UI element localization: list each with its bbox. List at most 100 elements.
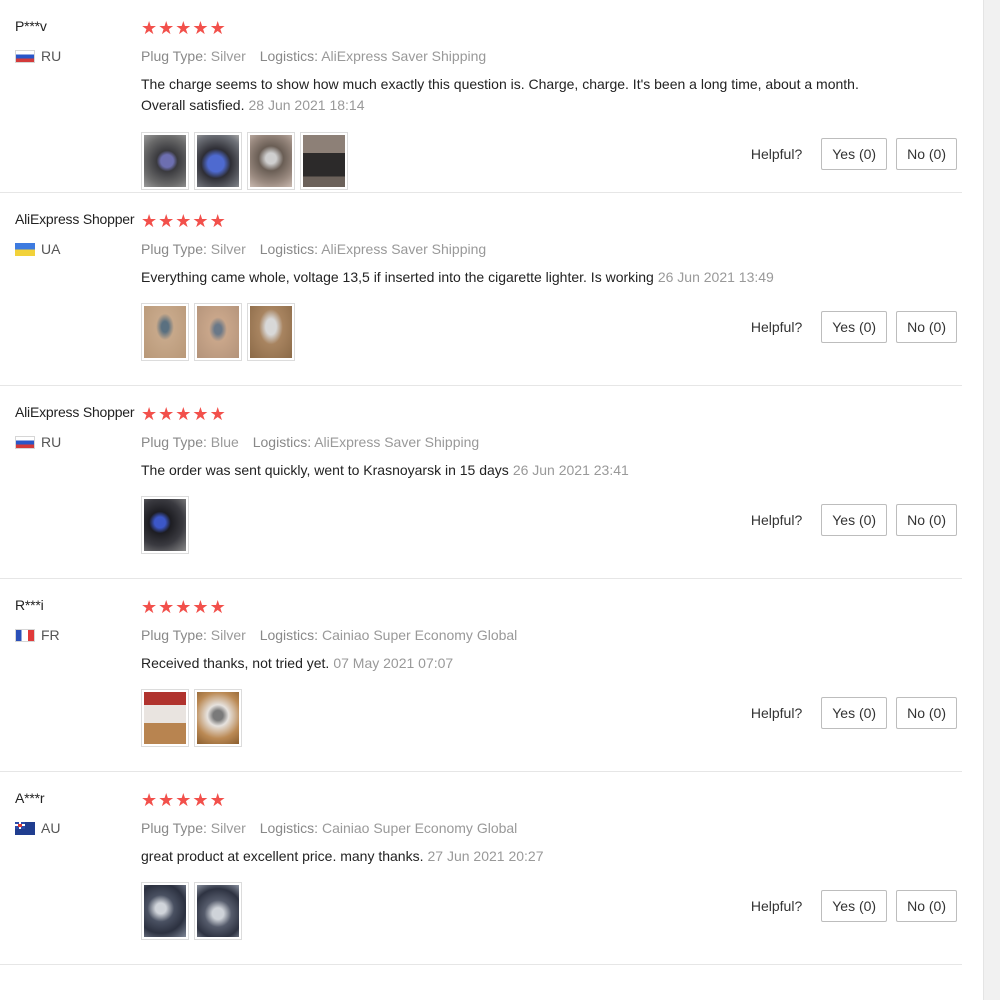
review-date: 27 Jun 2021 20:27 bbox=[427, 848, 544, 864]
review-photos bbox=[141, 882, 242, 940]
review-text-block: great product at excellent price. many t… bbox=[141, 846, 861, 867]
review-content: ★ ★ ★ ★ ★ Plug Type: Silver Logistics: Caini… bbox=[141, 790, 961, 867]
review-photo[interactable] bbox=[141, 689, 189, 747]
plug-type-value: Blue bbox=[210, 434, 239, 450]
review-text-block: Received thanks, not tried yet. 07 May 20… bbox=[141, 653, 861, 674]
ukraine-flag-icon bbox=[15, 242, 35, 256]
star-icon: ★ bbox=[192, 790, 209, 810]
logistics-label: Logistics: bbox=[259, 820, 319, 836]
country-code: AU bbox=[41, 820, 61, 836]
helpful-no-button[interactable]: No (0) bbox=[896, 890, 957, 922]
helpful-label: Helpful? bbox=[750, 146, 803, 162]
review-photo[interactable] bbox=[300, 132, 348, 190]
star-icon: ★ bbox=[209, 597, 226, 617]
review-photo[interactable] bbox=[141, 132, 189, 190]
star-icon: ★ bbox=[141, 597, 158, 617]
review-text: great product at excellent price. many t… bbox=[141, 848, 424, 864]
reviewer-country: RU bbox=[15, 48, 140, 64]
review-text-block: Everything came whole, voltage 13,5 if i… bbox=[141, 267, 861, 288]
review-photos bbox=[141, 689, 242, 747]
star-icon: ★ bbox=[158, 790, 175, 810]
star-icon: ★ bbox=[141, 18, 158, 38]
review-meta: Plug Type: Silver Logistics: AliExpress … bbox=[141, 48, 961, 64]
helpful-label: Helpful? bbox=[750, 705, 803, 721]
reviewer-info: AliExpress Shopper UA bbox=[15, 211, 140, 257]
helpful-label: Helpful? bbox=[750, 898, 803, 914]
star-icon: ★ bbox=[192, 211, 209, 231]
star-icon: ★ bbox=[158, 211, 175, 231]
reviewer-name: P***v bbox=[15, 18, 47, 34]
star-icon: ★ bbox=[209, 404, 226, 424]
logistics-value: Cainiao Super Economy Global bbox=[321, 820, 518, 836]
plug-type-value: Silver bbox=[210, 820, 246, 836]
country-code: FR bbox=[41, 627, 60, 643]
star-icon: ★ bbox=[158, 404, 175, 424]
review-photo[interactable] bbox=[247, 303, 295, 361]
review-date: 28 Jun 2021 18:14 bbox=[248, 97, 365, 113]
star-icon: ★ bbox=[192, 597, 209, 617]
helpful-vote: Helpful? Yes (0) No (0) bbox=[751, 504, 957, 536]
review-date: 26 Jun 2021 23:41 bbox=[512, 462, 629, 478]
star-icon: ★ bbox=[209, 211, 226, 231]
helpful-vote: Helpful? Yes (0) No (0) bbox=[751, 697, 957, 729]
helpful-no-button[interactable]: No (0) bbox=[896, 311, 957, 343]
review-text: The order was sent quickly, went to Kras… bbox=[141, 462, 509, 478]
review-photo[interactable] bbox=[141, 882, 189, 940]
plug-type-label: Plug Type: bbox=[141, 48, 207, 64]
helpful-yes-button[interactable]: Yes (0) bbox=[821, 138, 888, 170]
star-icon: ★ bbox=[175, 18, 192, 38]
review-photo[interactable] bbox=[194, 882, 242, 940]
plug-type-label: Plug Type: bbox=[141, 434, 207, 450]
reviewer-name: A***r bbox=[15, 790, 45, 806]
helpful-no-button[interactable]: No (0) bbox=[896, 697, 957, 729]
review-content: ★ ★ ★ ★ ★ Plug Type: Blue Logistics: AliExpr… bbox=[141, 404, 961, 481]
review-photo[interactable] bbox=[194, 689, 242, 747]
review-item: A***r AU ★ ★ ★ ★ ★ Plug Type: Silver Logisti… bbox=[0, 772, 962, 965]
logistics-label: Logistics: bbox=[252, 434, 312, 450]
review-meta: Plug Type: Silver Logistics: Cainiao Sup… bbox=[141, 820, 961, 836]
logistics-label: Logistics: bbox=[259, 48, 319, 64]
helpful-no-button[interactable]: No (0) bbox=[896, 138, 957, 170]
review-text: Received thanks, not tried yet. bbox=[141, 655, 330, 671]
review-item: P***v RU ★ ★ ★ ★ ★ Plug Type: Silver Logisti… bbox=[0, 0, 962, 193]
review-photo[interactable] bbox=[141, 303, 189, 361]
review-photo[interactable] bbox=[194, 303, 242, 361]
review-text: Everything came whole, voltage 13,5 if i… bbox=[141, 269, 654, 285]
star-icon: ★ bbox=[175, 211, 192, 231]
star-icon: ★ bbox=[192, 404, 209, 424]
helpful-yes-button[interactable]: Yes (0) bbox=[821, 890, 888, 922]
star-rating: ★ ★ ★ ★ ★ bbox=[141, 404, 961, 424]
logistics-value: AliExpress Saver Shipping bbox=[321, 241, 487, 257]
france-flag-icon bbox=[15, 628, 35, 642]
review-list: P***v RU ★ ★ ★ ★ ★ Plug Type: Silver Logisti… bbox=[0, 0, 962, 965]
country-code: RU bbox=[41, 434, 62, 450]
star-icon: ★ bbox=[158, 18, 175, 38]
russia-flag-icon bbox=[15, 435, 35, 449]
reviewer-info: A***r AU bbox=[15, 790, 140, 836]
helpful-yes-button[interactable]: Yes (0) bbox=[821, 311, 888, 343]
review-content: ★ ★ ★ ★ ★ Plug Type: Silver Logistics: Caini… bbox=[141, 597, 961, 674]
star-icon: ★ bbox=[209, 790, 226, 810]
review-photo[interactable] bbox=[194, 132, 242, 190]
star-icon: ★ bbox=[141, 790, 158, 810]
logistics-value: AliExpress Saver Shipping bbox=[314, 434, 480, 450]
helpful-yes-button[interactable]: Yes (0) bbox=[821, 504, 888, 536]
review-photos bbox=[141, 496, 189, 554]
review-meta: Plug Type: Blue Logistics: AliExpress Sa… bbox=[141, 434, 961, 450]
review-date: 07 May 2021 07:07 bbox=[333, 655, 454, 671]
review-item: AliExpress Shopper RU ★ ★ ★ ★ ★ Plug Type: B… bbox=[0, 386, 962, 579]
review-photo[interactable] bbox=[141, 496, 189, 554]
review-item: R***i FR ★ ★ ★ ★ ★ Plug Type: Silver Logisti… bbox=[0, 579, 962, 772]
logistics-value: AliExpress Saver Shipping bbox=[321, 48, 487, 64]
helpful-yes-button[interactable]: Yes (0) bbox=[821, 697, 888, 729]
country-code: RU bbox=[41, 48, 62, 64]
helpful-vote: Helpful? Yes (0) No (0) bbox=[751, 138, 957, 170]
scrollbar[interactable] bbox=[983, 0, 1000, 1000]
star-rating: ★ ★ ★ ★ ★ bbox=[141, 211, 961, 231]
star-icon: ★ bbox=[175, 790, 192, 810]
helpful-no-button[interactable]: No (0) bbox=[896, 504, 957, 536]
review-photo[interactable] bbox=[247, 132, 295, 190]
logistics-label: Logistics: bbox=[259, 241, 319, 257]
reviewer-name: AliExpress Shopper bbox=[15, 211, 135, 227]
plug-type-label: Plug Type: bbox=[141, 241, 207, 257]
